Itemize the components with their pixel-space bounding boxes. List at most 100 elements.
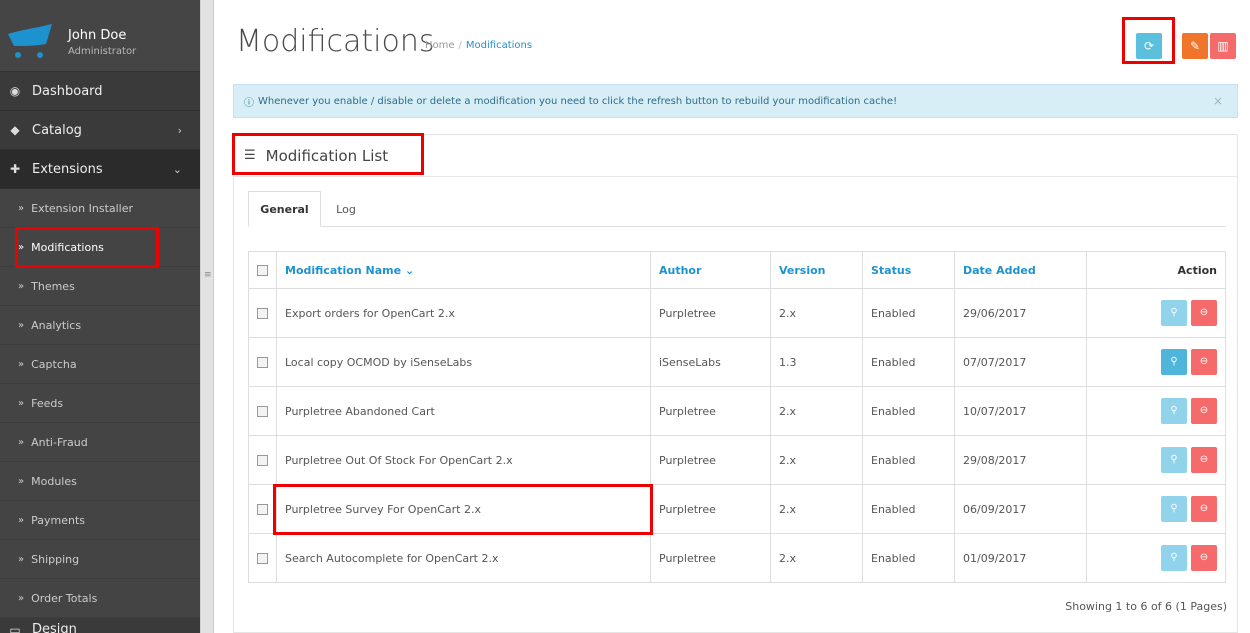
menu-label: Catalog: [32, 122, 82, 138]
sort-status-header[interactable]: Status: [862, 251, 955, 289]
cell-author: iSenseLabs: [650, 337, 771, 387]
menu-item-design[interactable]: ▭ Design: [0, 618, 200, 633]
remove-button[interactable]: ⊖: [1191, 496, 1217, 522]
row-checkbox[interactable]: [257, 357, 268, 368]
cart-logo-icon: [8, 24, 52, 58]
link-button[interactable]: ⚲: [1161, 496, 1187, 522]
breadcrumb-home[interactable]: Home: [425, 40, 455, 51]
submenu-modules[interactable]: » Modules: [0, 462, 200, 501]
clear-button[interactable]: ✎: [1182, 33, 1208, 59]
link-button[interactable]: ⚲: [1161, 300, 1187, 326]
remove-button[interactable]: ⊖: [1191, 545, 1217, 571]
submenu-themes[interactable]: » Themes: [0, 267, 200, 306]
row-select-cell: [248, 533, 277, 583]
cell-author: Purpletree: [650, 484, 771, 534]
chevron-right-icon: ›: [177, 123, 182, 137]
sort-author-header[interactable]: Author: [650, 251, 771, 289]
cell-author: Purpletree: [650, 533, 771, 583]
link-button[interactable]: ⚲: [1161, 447, 1187, 473]
row-checkbox[interactable]: [257, 455, 268, 466]
delete-button[interactable]: ▥: [1210, 33, 1236, 59]
cell-date: 29/06/2017: [954, 288, 1087, 338]
submenu-extension-installer[interactable]: » Extension Installer: [0, 189, 200, 228]
submenu-payments[interactable]: » Payments: [0, 501, 200, 540]
table-row: Search Autocomplete for OpenCart 2.x Pur…: [248, 533, 1226, 583]
cell-name: Export orders for OpenCart 2.x: [276, 288, 651, 338]
tab-general[interactable]: General: [248, 191, 321, 227]
menu-item-extensions[interactable]: ✚ Extensions ⌄: [0, 150, 200, 189]
link-button[interactable]: ⚲: [1161, 349, 1187, 375]
row-checkbox[interactable]: [257, 308, 268, 319]
menu-item-catalog[interactable]: ◆ Catalog ›: [0, 111, 200, 150]
cell-action: ⚲ ⊖: [1086, 288, 1226, 338]
tab-log[interactable]: Log: [321, 191, 371, 227]
eraser-icon: ✎: [1189, 39, 1201, 53]
table-row: Purpletree Abandoned Cart Purpletree 2.x…: [248, 386, 1226, 436]
submenu-label: Analytics: [31, 318, 82, 332]
cell-name: Local copy OCMOD by iSenseLabs: [276, 337, 651, 387]
cell-action: ⚲ ⊖: [1086, 484, 1226, 534]
user-profile[interactable]: John Doe Administrator: [0, 0, 200, 72]
cell-status: Enabled: [862, 533, 955, 583]
tag-icon: ◆: [10, 123, 20, 137]
double-chevron-icon: »: [18, 475, 25, 487]
select-all-checkbox[interactable]: [257, 265, 268, 276]
grip-icon: ≡: [204, 270, 212, 280]
cell-date: 01/09/2017: [954, 533, 1087, 583]
link-button[interactable]: ⚲: [1161, 398, 1187, 424]
main-content: Modifications Home / Modifications ⟳ ✎ ▥ ⓘ…: [214, 0, 1250, 633]
sidebar-resize-handle[interactable]: ≡: [200, 0, 214, 633]
remove-button[interactable]: ⊖: [1191, 447, 1217, 473]
remove-button[interactable]: ⊖: [1191, 349, 1217, 375]
submenu-order-totals[interactable]: » Order Totals: [0, 579, 200, 618]
highlight-box: [273, 484, 653, 535]
menu-item-dashboard[interactable]: ◉ Dashboard: [0, 72, 200, 111]
breadcrumb-current[interactable]: Modifications: [466, 40, 532, 51]
cell-date: 06/09/2017: [954, 484, 1087, 534]
submenu-anti-fraud[interactable]: » Anti-Fraud: [0, 423, 200, 462]
sort-date-header[interactable]: Date Added: [954, 251, 1087, 289]
header-label: Action: [1177, 263, 1217, 277]
row-checkbox[interactable]: [257, 406, 268, 417]
cell-name: Purpletree Abandoned Cart: [276, 386, 651, 436]
trash-icon: ▥: [1217, 39, 1229, 53]
row-checkbox[interactable]: [257, 504, 268, 515]
double-chevron-icon: »: [18, 319, 25, 331]
close-icon[interactable]: ×: [1213, 94, 1223, 108]
header-label: Date Added: [963, 263, 1036, 277]
header-label: Status: [871, 263, 912, 277]
row-select-cell: [248, 435, 277, 485]
submenu-label: Themes: [31, 279, 75, 293]
cell-status: Enabled: [862, 337, 955, 387]
link-button[interactable]: ⚲: [1161, 545, 1187, 571]
menu-label: Dashboard: [32, 83, 103, 99]
user-name: John Doe: [68, 28, 127, 43]
sort-version-header[interactable]: Version: [770, 251, 863, 289]
cell-status: Enabled: [862, 288, 955, 338]
submenu-label: Feeds: [31, 396, 64, 410]
submenu-label: Captcha: [31, 357, 77, 371]
cell-status: Enabled: [862, 484, 955, 534]
table-row: Purpletree Out Of Stock For OpenCart 2.x…: [248, 435, 1226, 485]
submenu-feeds[interactable]: » Feeds: [0, 384, 200, 423]
remove-button[interactable]: ⊖: [1191, 398, 1217, 424]
menu-label: Design: [32, 622, 77, 633]
cell-version: 2.x: [770, 435, 863, 485]
cell-date: 07/07/2017: [954, 337, 1087, 387]
submenu-captcha[interactable]: » Captcha: [0, 345, 200, 384]
sort-name-header[interactable]: Modification Name ⌄: [276, 251, 651, 289]
submenu-label: Extension Installer: [31, 201, 134, 215]
remove-button[interactable]: ⊖: [1191, 300, 1217, 326]
row-select-cell: [248, 288, 277, 338]
row-checkbox[interactable]: [257, 553, 268, 564]
submenu-label: Shipping: [31, 552, 80, 566]
cell-action: ⚲ ⊖: [1086, 337, 1226, 387]
cell-action: ⚲ ⊖: [1086, 533, 1226, 583]
double-chevron-icon: »: [18, 202, 25, 214]
submenu-shipping[interactable]: » Shipping: [0, 540, 200, 579]
double-chevron-icon: »: [18, 280, 25, 292]
cell-version: 2.x: [770, 533, 863, 583]
row-select-cell: [248, 386, 277, 436]
page-title: Modifications: [236, 24, 435, 59]
submenu-analytics[interactable]: » Analytics: [0, 306, 200, 345]
